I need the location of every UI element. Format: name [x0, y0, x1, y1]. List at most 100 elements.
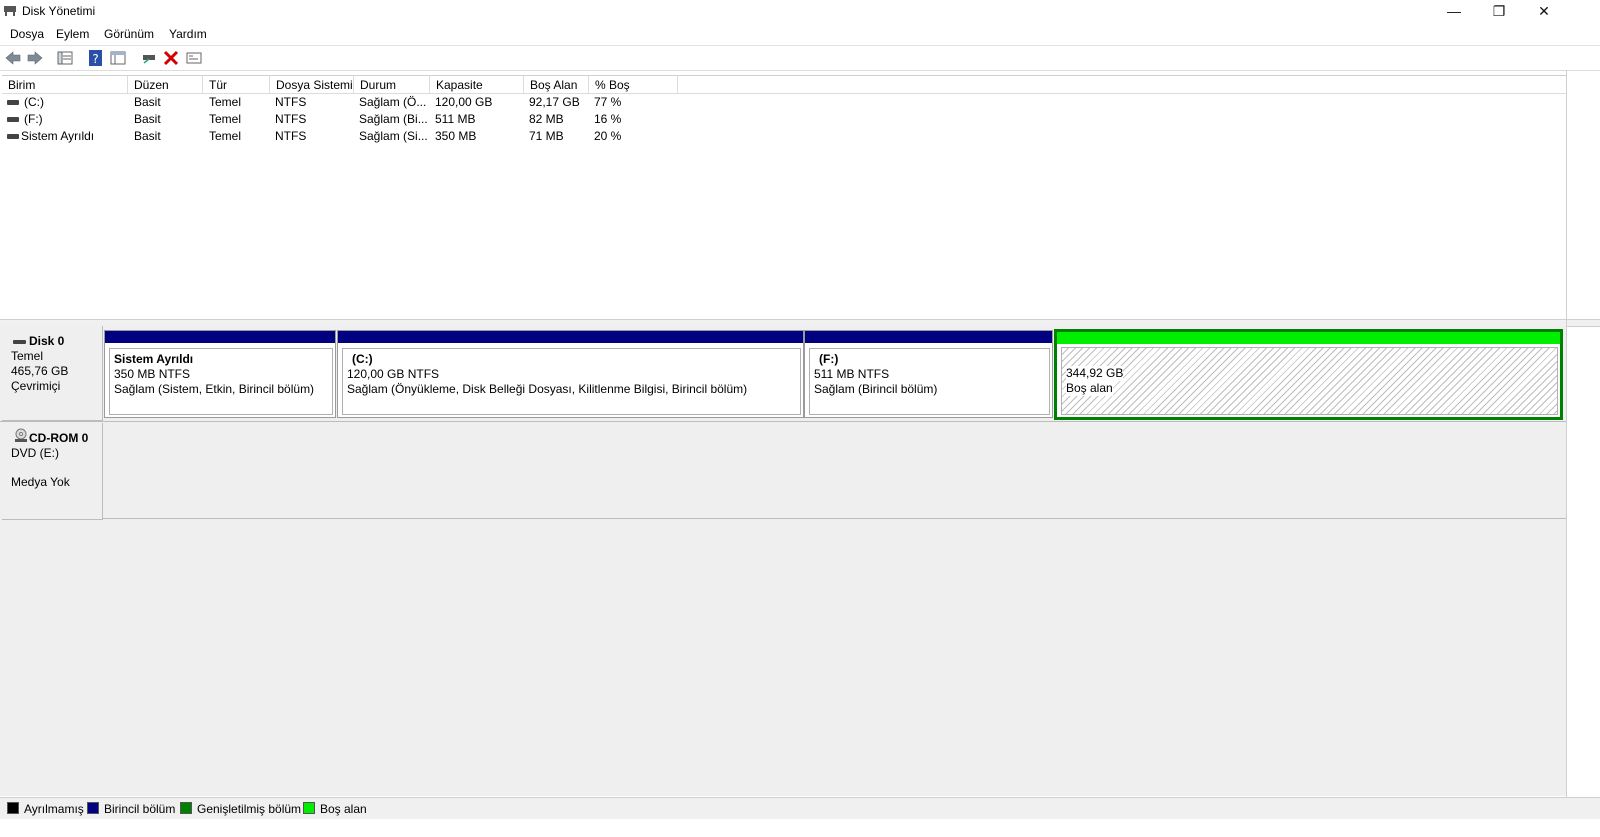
menu-dosya[interactable]: Dosya — [10, 27, 44, 41]
volume-layout: Basit — [134, 95, 161, 109]
partition-f[interactable]: (F:) 511 MB NTFS Sağlam (Birincil bölüm) — [804, 330, 1053, 418]
restore-icon: ❐ — [1492, 3, 1506, 19]
legend-label: Genişletilmiş bölüm — [197, 802, 302, 816]
volume-fs: NTFS — [275, 112, 307, 126]
properties-list-icon[interactable] — [56, 49, 74, 67]
legend-swatch-extended — [180, 802, 192, 814]
volume-capacity: 350 MB — [435, 129, 477, 143]
disk0-label[interactable]: Disk 0 Temel 465,76 GB Çevrimiçi — [2, 326, 103, 421]
legend-free: Boş alan — [303, 802, 367, 816]
free-space-size: 344,92 GB — [1066, 366, 1124, 381]
status-strip — [0, 819, 1600, 837]
volume-type: Temel — [209, 129, 242, 143]
legend-extended: Genişletilmiş bölüm — [180, 802, 301, 816]
partition-status: Sağlam (Birincil bölüm) — [814, 382, 938, 396]
partition-size-fs: 350 MB NTFS — [114, 367, 191, 381]
forward-icon[interactable] — [26, 49, 44, 67]
menu-yardim[interactable]: Yardım — [169, 27, 207, 41]
back-icon[interactable] — [4, 49, 22, 67]
minimize-button[interactable]: — — [1431, 0, 1477, 24]
volume-name: Sistem Ayrıldı — [21, 129, 95, 143]
column-header-duzen[interactable]: Düzen — [128, 76, 203, 94]
volume-pct-free: 16 % — [594, 112, 622, 126]
partition-body: (F:) 511 MB NTFS Sağlam (Birincil bölüm) — [809, 348, 1050, 415]
disk0-state: Çevrimiçi — [11, 379, 61, 393]
connect-icon[interactable] — [140, 49, 158, 67]
free-space-selected[interactable]: 344,92 GB Boş alan — [1054, 329, 1563, 420]
cdrom0-label[interactable]: CD-ROM 0 DVD (E:) Medya Yok — [2, 423, 103, 520]
help-icon[interactable]: ? — [87, 49, 105, 67]
column-header-yuzde-bos[interactable]: % Boş — [589, 76, 678, 94]
cdrom-row-separator — [103, 518, 1567, 519]
cdrom0-name: CD-ROM 0 — [29, 431, 89, 445]
close-button[interactable]: ✕ — [1521, 0, 1567, 24]
drive-icon — [7, 100, 19, 105]
partition-system-reserved[interactable]: Sistem Ayrıldı 350 MB NTFS Sağlam (Siste… — [104, 330, 336, 418]
column-header-birim[interactable]: Birim — [2, 76, 128, 94]
disk-graph-view: Disk 0 Temel 465,76 GB Çevrimiçi Sistem … — [0, 326, 1567, 796]
free-space-label: Boş alan — [1066, 381, 1113, 396]
delete-icon[interactable] — [162, 49, 180, 67]
column-header-bos-alan[interactable]: Boş Alan — [524, 76, 589, 94]
toolbar: ? — [0, 45, 1600, 71]
minimize-icon: — — [1447, 3, 1461, 19]
volume-free: 71 MB — [529, 129, 564, 143]
partition-status: Sağlam (Sistem, Etkin, Birincil bölüm) — [114, 382, 315, 396]
legend: Ayrılmamış Birincil bölüm Genişletilmiş … — [0, 797, 1600, 820]
partition-title: (C:) — [352, 352, 373, 366]
legend-label: Boş alan — [320, 802, 367, 816]
free-space-bar — [1057, 332, 1560, 344]
volume-free: 82 MB — [529, 112, 564, 126]
volume-fs: NTFS — [275, 129, 307, 143]
volume-status: Sağlam (Si... — [359, 129, 427, 143]
column-header-durum[interactable]: Durum — [354, 76, 430, 94]
partition-body: (C:) 120,00 GB NTFS Sağlam (Önyükleme, D… — [342, 348, 801, 415]
legend-primary: Birincil bölüm — [87, 802, 175, 816]
cdrom0-media: Medya Yok — [11, 475, 70, 489]
menu-gorunum[interactable]: Görünüm — [104, 27, 154, 41]
svg-text:?: ? — [92, 52, 98, 66]
legend-swatch-primary — [87, 802, 99, 814]
volume-capacity: 511 MB — [435, 112, 476, 126]
disk0-name: Disk 0 — [29, 334, 65, 348]
cdrom-icon — [15, 428, 27, 442]
volume-status: Sağlam (Bi... — [359, 112, 427, 126]
right-edge — [1566, 70, 1567, 819]
console-view-icon[interactable] — [109, 49, 127, 67]
disk0-type: Temel — [11, 349, 44, 363]
partition-size-fs: 120,00 GB NTFS — [347, 367, 440, 381]
properties-icon[interactable] — [185, 49, 203, 67]
volume-capacity: 120,00 GB — [435, 95, 493, 109]
legend-swatch-unallocated — [7, 802, 19, 814]
volume-free: 92,17 GB — [529, 95, 580, 109]
menu-bar: Dosya Eylem Görünüm Yardım — [0, 24, 1600, 44]
volume-name: (F:) — [24, 112, 43, 126]
column-header-tur[interactable]: Tür — [203, 76, 270, 94]
primary-partition-bar — [805, 331, 1052, 343]
close-icon: ✕ — [1538, 3, 1550, 19]
partition-c[interactable]: (C:) 120,00 GB NTFS Sağlam (Önyükleme, D… — [337, 330, 804, 418]
primary-partition-bar — [105, 331, 335, 343]
volume-layout: Basit — [134, 129, 161, 143]
volume-name: (C:) — [24, 95, 44, 109]
disk-row-separator — [0, 421, 1567, 422]
volume-pct-free: 20 % — [594, 129, 622, 143]
disk-icon — [13, 340, 26, 344]
volume-pct-free: 77 % — [594, 95, 622, 109]
column-header-dosya-sistemi[interactable]: Dosya Sistemi — [270, 76, 354, 94]
disk-management-icon — [4, 6, 16, 16]
column-header-filler — [678, 76, 1566, 94]
drive-icon — [7, 117, 19, 122]
legend-label: Birincil bölüm — [104, 802, 176, 816]
legend-unallocated: Ayrılmamış — [7, 802, 84, 816]
volume-type: Temel — [209, 95, 242, 109]
partition-title: (F:) — [819, 352, 839, 366]
restore-button[interactable]: ❐ — [1476, 0, 1522, 24]
volume-list: Birim Düzen Tür Dosya Sistemi Durum Kapa… — [2, 75, 1567, 321]
primary-partition-bar — [338, 331, 803, 343]
column-header-kapasite[interactable]: Kapasite — [430, 76, 524, 94]
legend-swatch-free — [303, 802, 315, 814]
drive-icon — [7, 134, 19, 139]
menu-eylem[interactable]: Eylem — [56, 27, 89, 41]
volume-layout: Basit — [134, 112, 161, 126]
